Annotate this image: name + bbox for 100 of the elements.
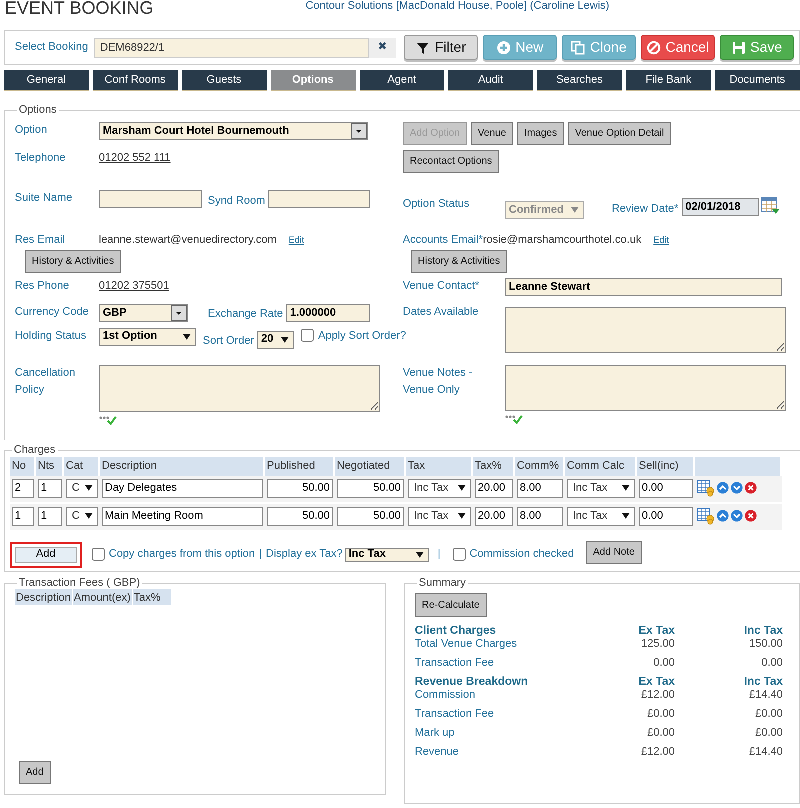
column-header: Description xyxy=(100,457,265,476)
input-field[interactable]: Day Delegates xyxy=(102,478,263,498)
dropdown[interactable]: 20 xyxy=(257,330,294,348)
dropdown[interactable]: Inc Tax xyxy=(408,478,471,498)
tab[interactable]: Agent xyxy=(360,70,444,90)
input-field[interactable]: 0.00 xyxy=(639,506,693,526)
column-header: Ex Tax xyxy=(638,676,675,689)
tab[interactable]: Guests xyxy=(182,70,267,90)
dropdown[interactable]: Inc Tax xyxy=(408,506,471,526)
column-header: Tax% xyxy=(473,457,515,476)
dropdown[interactable]: Marsham Court Hotel Bournemouth xyxy=(99,122,368,140)
calculator-icon[interactable] xyxy=(697,479,715,497)
column-header: Comm Calc xyxy=(565,457,637,476)
down-icon[interactable] xyxy=(731,482,743,494)
row-label: Transaction Fee xyxy=(415,708,496,722)
tab[interactable]: Conf Rooms xyxy=(92,70,178,90)
filter-icon xyxy=(416,40,430,54)
input-field[interactable]: 8.00 xyxy=(517,478,563,498)
input-field[interactable]: 1 xyxy=(12,506,34,526)
dropdown[interactable]: C xyxy=(66,478,98,498)
button[interactable]: Venue Option Detail xyxy=(568,122,672,145)
button[interactable]: Venue xyxy=(471,122,514,145)
input-field[interactable]: 50.00 xyxy=(337,478,404,498)
checkbox[interactable] xyxy=(301,329,314,342)
spellcheck-icon xyxy=(99,415,117,426)
checkbox[interactable] xyxy=(92,548,105,561)
input-field[interactable]: 1.000000 xyxy=(286,304,370,322)
dropdown-button[interactable] xyxy=(351,123,367,139)
column-header: Nts xyxy=(36,457,64,476)
text-area[interactable] xyxy=(505,307,786,353)
row-label: Transaction Fee xyxy=(415,657,496,671)
date-field[interactable]: 02/01/2018 xyxy=(682,198,759,216)
add-button[interactable]: Add xyxy=(19,761,51,784)
field-label: Option Status xyxy=(403,197,471,212)
input-field[interactable]: 0.00 xyxy=(639,478,693,498)
calendar-icon[interactable] xyxy=(760,197,781,215)
delete-icon[interactable] xyxy=(745,482,757,494)
amount: £0.00 xyxy=(754,708,783,722)
edit-link[interactable]: Edit xyxy=(288,235,304,245)
calculator-icon[interactable] xyxy=(697,507,715,525)
clear-button[interactable]: ✖ xyxy=(369,38,396,58)
input-field[interactable] xyxy=(99,190,202,208)
up-icon[interactable] xyxy=(717,510,729,522)
dropdown[interactable]: Inc Tax xyxy=(344,548,429,562)
recalculate-button[interactable]: Re-Calculate xyxy=(415,593,487,617)
up-icon[interactable] xyxy=(717,482,729,494)
action-button[interactable]: Cancel xyxy=(641,35,716,60)
edit-link[interactable]: Edit xyxy=(654,235,670,245)
amount: £12.00 xyxy=(640,746,675,760)
add-button[interactable]: Add xyxy=(10,542,82,568)
user-context: Contour Solutions [MacDonald House, Poole] (Caroline Lewis) xyxy=(306,0,610,12)
tab[interactable]: Searches xyxy=(537,70,622,90)
email-text: rosie@marshamcourthotel.co.uk xyxy=(483,234,642,246)
column-header: Tax% xyxy=(132,589,171,605)
dropdown: Confirmed xyxy=(505,201,584,219)
tab[interactable]: General xyxy=(4,70,89,90)
field-label: Option xyxy=(15,123,48,138)
row-label: Total Venue Charges xyxy=(415,638,518,652)
down-icon[interactable] xyxy=(731,510,743,522)
tab[interactable]: Audit xyxy=(448,70,534,90)
email-text: leanne.stewart@venuedirectory.com xyxy=(99,234,277,246)
text-area[interactable] xyxy=(99,365,380,412)
add-note-button[interactable]: Add Note xyxy=(586,541,642,564)
column-header: No xyxy=(10,457,36,476)
input-field[interactable]: 20.00 xyxy=(475,478,513,498)
checkbox[interactable] xyxy=(452,548,466,561)
input-field[interactable]: 8.00 xyxy=(517,506,563,526)
history-button[interactable]: History & Activities xyxy=(411,250,508,272)
input-field[interactable] xyxy=(268,190,370,208)
input-field[interactable]: 20.00 xyxy=(475,506,513,526)
input-field[interactable]: 50.00 xyxy=(267,506,333,526)
dropdown[interactable]: Inc Tax xyxy=(567,478,635,498)
tab[interactable]: File Bank xyxy=(626,70,712,90)
dropdown[interactable]: 1st Option xyxy=(99,328,196,346)
booking-field[interactable]: DEM68922/1 xyxy=(94,38,370,58)
phone-link[interactable]: 01202 552 111 xyxy=(99,152,171,164)
field-label: Synd Room xyxy=(208,194,266,209)
dropdown[interactable]: Inc Tax xyxy=(567,506,635,526)
input-field[interactable]: 2 xyxy=(12,478,34,498)
field-label: Exchange Rate xyxy=(208,307,284,322)
button[interactable]: Recontact Options xyxy=(403,150,500,173)
amount: £0.00 xyxy=(754,727,783,741)
delete-icon[interactable] xyxy=(745,510,757,522)
action-button[interactable]: Filter xyxy=(404,35,478,60)
dropdown[interactable]: C xyxy=(66,506,98,526)
input-field[interactable]: Leanne Stewart xyxy=(505,278,782,296)
history-button[interactable]: History & Activities xyxy=(25,250,122,272)
dropdown-button[interactable] xyxy=(171,305,187,321)
input-field[interactable]: 50.00 xyxy=(337,506,404,526)
dropdown[interactable]: GBP xyxy=(99,304,188,322)
input-field[interactable]: 1 xyxy=(38,478,62,498)
column-header: Ex Tax xyxy=(638,625,675,638)
button[interactable]: Images xyxy=(517,122,564,145)
tab[interactable]: Documents xyxy=(715,70,800,90)
checkbox-label: Commission checked xyxy=(470,547,574,562)
input-field[interactable]: 50.00 xyxy=(267,478,333,498)
input-field[interactable]: 1 xyxy=(38,506,62,526)
phone-link[interactable]: 01202 375501 xyxy=(99,280,170,292)
input-field[interactable]: Main Meeting Room xyxy=(102,506,263,526)
text-area[interactable] xyxy=(505,365,786,411)
